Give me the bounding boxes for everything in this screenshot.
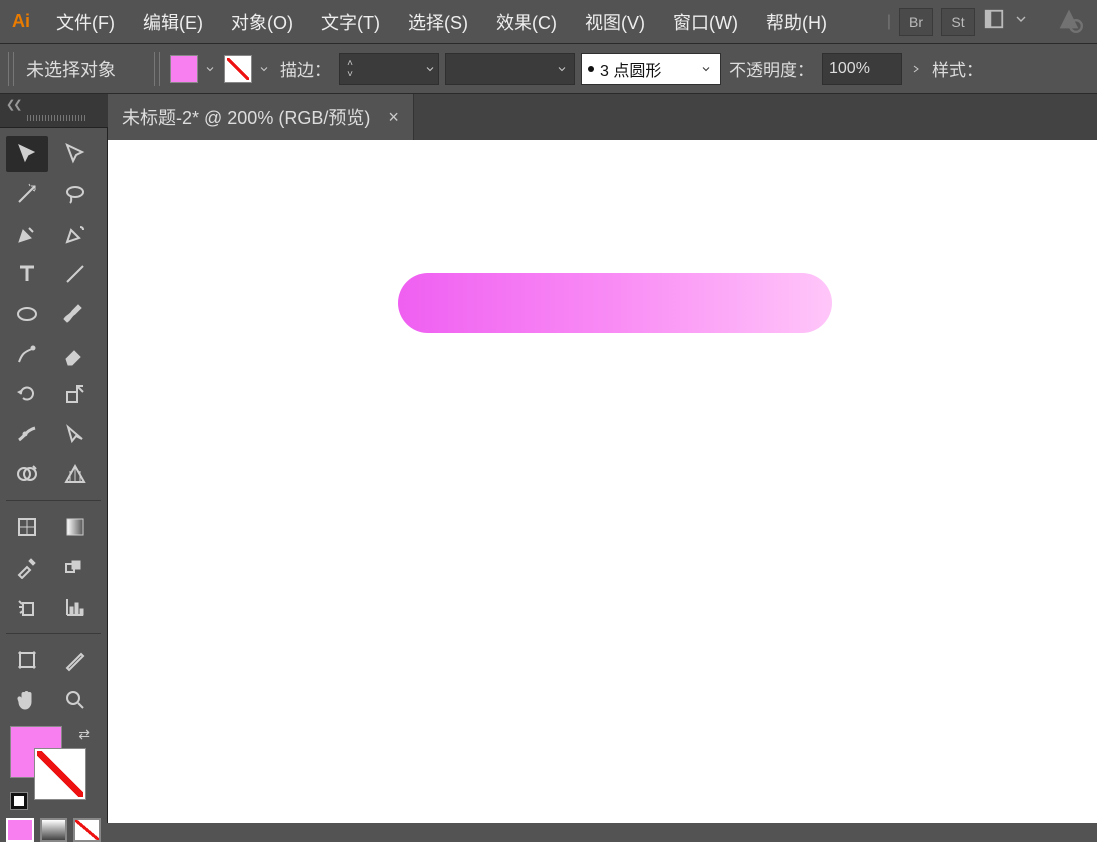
- brush-label: 3 点圆形: [600, 57, 661, 81]
- options-bar-grip[interactable]: [8, 52, 14, 86]
- selection-tool[interactable]: [6, 136, 48, 172]
- stock-button[interactable]: St: [941, 8, 975, 36]
- options-bar-grip[interactable]: [154, 52, 160, 86]
- chevron-down-icon: [554, 61, 570, 77]
- menu-object[interactable]: 对象(O): [217, 3, 307, 41]
- panel-drag-grip[interactable]: [27, 115, 87, 121]
- shape-builder-tool[interactable]: [6, 456, 48, 492]
- symbol-sprayer-tool[interactable]: [6, 589, 48, 625]
- toolbar-divider: [6, 500, 101, 501]
- type-tool[interactable]: [6, 256, 48, 292]
- workspace-icon[interactable]: [983, 8, 1005, 35]
- workspace-dropdown-chevron[interactable]: [1013, 11, 1029, 32]
- perspective-grid-tool[interactable]: [54, 456, 96, 492]
- ellipse-tool[interactable]: [6, 296, 48, 332]
- menu-select[interactable]: 选择(S): [394, 3, 482, 41]
- canvas[interactable]: [108, 140, 1097, 823]
- slice-tool[interactable]: [54, 642, 96, 678]
- menu-edit[interactable]: 编辑(E): [129, 3, 217, 41]
- opacity-chevron[interactable]: [908, 61, 924, 77]
- color-mode-none[interactable]: [73, 818, 101, 842]
- swap-fill-stroke-icon[interactable]: ⇄: [78, 726, 90, 743]
- selection-status: 未选择对象: [24, 56, 144, 82]
- menu-effect[interactable]: 效果(C): [482, 3, 571, 41]
- canvas-shape-rounded-rect[interactable]: [398, 273, 832, 333]
- menu-file[interactable]: 文件(F): [42, 3, 129, 41]
- opacity-label: 不透明度：: [727, 56, 816, 81]
- pen-tool[interactable]: [6, 216, 48, 252]
- menu-view[interactable]: 视图(V): [571, 3, 659, 41]
- stroke-dropdown-chevron[interactable]: [256, 61, 272, 77]
- close-tab-icon[interactable]: ×: [388, 107, 399, 128]
- scale-tool[interactable]: [54, 376, 96, 412]
- stroke-color-swatch[interactable]: [224, 55, 252, 83]
- stroke-weight-down-icon[interactable]: ˅: [347, 69, 353, 80]
- rotate-tool[interactable]: [6, 376, 48, 412]
- stroke-weight-up-icon[interactable]: ˄: [347, 58, 353, 69]
- fill-stroke-proxies[interactable]: ⇄: [6, 722, 100, 812]
- eraser-tool[interactable]: [54, 336, 96, 372]
- paintbrush-tool[interactable]: [54, 296, 96, 332]
- brush-definition-dropdown[interactable]: 3 点圆形: [581, 53, 721, 85]
- width-tool[interactable]: [6, 416, 48, 452]
- divider: |: [887, 13, 891, 31]
- stroke-weight-chevron[interactable]: [422, 61, 438, 77]
- color-mode-solid[interactable]: [6, 818, 34, 842]
- stroke-proxy[interactable]: [34, 748, 86, 800]
- default-fill-stroke-icon[interactable]: [10, 792, 28, 810]
- stroke-profile-dropdown[interactable]: [445, 53, 575, 85]
- column-graph-tool[interactable]: [54, 589, 96, 625]
- lasso-tool[interactable]: [54, 176, 96, 212]
- curvature-tool[interactable]: [54, 216, 96, 252]
- shaper-tool[interactable]: [6, 336, 48, 372]
- menu-help[interactable]: 帮助(H): [752, 3, 841, 41]
- color-mode-gradient[interactable]: [40, 818, 68, 842]
- eyedropper-tool[interactable]: [6, 549, 48, 585]
- free-transform-tool[interactable]: [54, 416, 96, 452]
- sync-icon[interactable]: [1055, 5, 1083, 38]
- toolbar-divider: [6, 633, 101, 634]
- panel-collapse-grip[interactable]: ❮❮: [0, 94, 108, 128]
- mesh-tool[interactable]: [6, 509, 48, 545]
- zoom-tool[interactable]: [54, 682, 96, 718]
- document-tab-title: 未标题-2* @ 200% (RGB/预览): [122, 104, 370, 130]
- menu-window[interactable]: 窗口(W): [659, 3, 752, 41]
- gradient-tool[interactable]: [54, 509, 96, 545]
- artboard-tool[interactable]: [6, 642, 48, 678]
- bridge-button[interactable]: Br: [899, 8, 933, 36]
- menu-type[interactable]: 文字(T): [307, 3, 394, 41]
- stroke-weight-input[interactable]: ˄ ˅: [339, 53, 439, 85]
- collapse-arrows-icon: ❮❮: [6, 100, 20, 111]
- opacity-value: 100%: [829, 60, 870, 78]
- document-tab[interactable]: 未标题-2* @ 200% (RGB/预览) ×: [108, 94, 414, 140]
- stroke-label: 描边：: [278, 56, 333, 81]
- magic-wand-tool[interactable]: [6, 176, 48, 212]
- brush-dot-icon: [588, 66, 594, 72]
- direct-selection-tool[interactable]: [54, 136, 96, 172]
- blend-tool[interactable]: [54, 549, 96, 585]
- fill-dropdown-chevron[interactable]: [202, 61, 218, 77]
- opacity-input[interactable]: 100%: [822, 53, 902, 85]
- line-segment-tool[interactable]: [54, 256, 96, 292]
- fill-color-swatch[interactable]: [170, 55, 198, 83]
- hand-tool[interactable]: [6, 682, 48, 718]
- style-label: 样式：: [930, 56, 985, 81]
- app-logo: Ai: [8, 11, 42, 32]
- chevron-down-icon: [698, 61, 714, 77]
